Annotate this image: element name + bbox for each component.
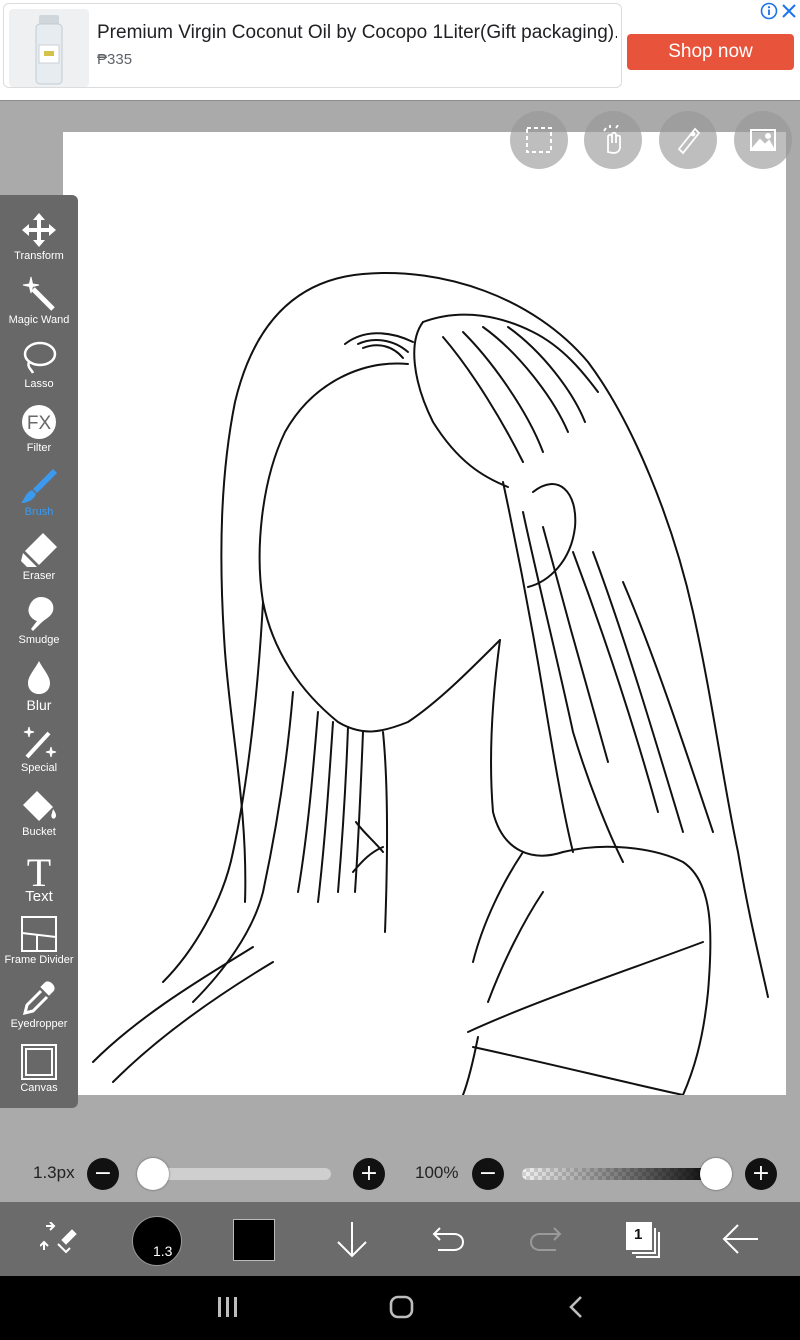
smudge-icon <box>28 597 54 631</box>
drawing-canvas[interactable] <box>63 132 786 1095</box>
brush-size-slider[interactable] <box>143 1168 331 1180</box>
ruler-icon[interactable] <box>659 111 717 169</box>
tool-label: Blur <box>26 697 52 713</box>
canvas-icon <box>21 1044 57 1080</box>
tool-label: Brush <box>24 506 54 518</box>
eraser-icon <box>21 533 57 567</box>
transform-icon <box>22 213 56 247</box>
tool-label: Frame Divider <box>4 954 74 966</box>
undo-icon[interactable] <box>430 1222 466 1256</box>
fx-icon: FX <box>22 405 56 439</box>
lasso-icon <box>23 341 57 374</box>
blur-icon <box>28 661 50 694</box>
tool-label: Text <box>25 888 53 905</box>
tool-canvas[interactable]: Canvas <box>0 1035 78 1099</box>
opacity-value: 100% <box>415 1163 459 1182</box>
ad-price: ₱335 <box>97 51 133 68</box>
tool-magic-wand[interactable]: Magic Wand <box>0 267 78 331</box>
brush-size-decrease-button[interactable]: − <box>87 1158 119 1190</box>
line-art-drawing <box>92 272 769 1095</box>
tool-frame-divider[interactable]: Frame Divider <box>0 907 78 971</box>
ad-card[interactable]: Premium Virgin Coconut Oil by Cocopo 1Li… <box>3 3 622 88</box>
tool-brush[interactable]: Brush <box>0 459 78 523</box>
opacity-slider-knob[interactable] <box>700 1158 732 1190</box>
tool-label: Transform <box>14 250 64 262</box>
shop-now-button[interactable]: Shop now <box>627 34 794 70</box>
tool-lasso[interactable]: Lasso <box>0 331 78 395</box>
layer-count: 1 <box>634 1226 643 1243</box>
system-navigation-bar <box>0 1276 800 1340</box>
redo-icon[interactable] <box>528 1222 564 1256</box>
brush-size-slider-knob[interactable] <box>137 1158 169 1190</box>
back-arrow-icon[interactable] <box>720 1222 760 1256</box>
tool-bucket[interactable]: Bucket <box>0 779 78 843</box>
frame-divider-icon <box>21 916 57 952</box>
text-icon: T <box>27 851 51 889</box>
opacity-increase-button[interactable]: + <box>745 1158 777 1190</box>
download-icon[interactable] <box>335 1220 369 1260</box>
tool-label: Bucket <box>22 826 56 838</box>
special-icon <box>23 726 57 759</box>
home-icon[interactable] <box>389 1294 415 1320</box>
recents-icon[interactable] <box>216 1294 240 1320</box>
ad-product-image[interactable] <box>9 9 89 87</box>
tool-label: Smudge <box>18 634 60 646</box>
tool-label: Lasso <box>24 378 54 390</box>
tool-label: Magic Wand <box>8 314 70 326</box>
brush-icon <box>21 469 57 503</box>
back-icon[interactable] <box>566 1294 586 1320</box>
layers-icon[interactable]: 1 <box>624 1220 662 1260</box>
info-icon[interactable] <box>760 2 778 20</box>
bottom-toolbar: 1.3 1 <box>0 1202 800 1276</box>
ad-title[interactable]: Premium Virgin Coconut Oil by Cocopo 1Li… <box>97 22 617 44</box>
tool-eyedropper[interactable]: Eyedropper <box>0 971 78 1035</box>
tool-special[interactable]: Special <box>0 715 78 779</box>
close-icon[interactable] <box>780 2 798 20</box>
tool-label: Eyedropper <box>10 1018 68 1030</box>
tool-smudge[interactable]: Smudge <box>0 587 78 651</box>
swap-icon[interactable] <box>39 1221 80 1258</box>
touch-gesture-icon[interactable] <box>584 111 642 169</box>
tool-eraser[interactable]: Eraser <box>0 523 78 587</box>
svg-text:FX: FX <box>27 413 52 434</box>
tool-filter[interactable]: FX Filter <box>0 395 78 459</box>
brush-size-icon[interactable]: 1.3 <box>132 1216 182 1266</box>
tool-palette: Transform Magic Wand Lasso FX Filter Bru… <box>0 195 78 1108</box>
image-icon[interactable] <box>734 111 792 169</box>
tool-text[interactable]: T Text <box>0 843 78 907</box>
tool-label: Eraser <box>22 570 56 582</box>
opacity-decrease-button[interactable]: − <box>472 1158 504 1190</box>
tool-blur[interactable]: Blur <box>0 651 78 715</box>
opacity-slider[interactable] <box>522 1168 720 1180</box>
ad-banner[interactable]: Premium Virgin Coconut Oil by Cocopo 1Li… <box>0 0 800 101</box>
tool-label: Special <box>20 762 58 774</box>
eyedropper-icon <box>22 981 55 1016</box>
selection-icon[interactable] <box>510 111 568 169</box>
brush-size-increase-button[interactable]: + <box>353 1158 385 1190</box>
tool-label: Canvas <box>20 1082 58 1094</box>
color-swatch[interactable] <box>233 1219 275 1261</box>
magic-wand-icon <box>22 276 55 311</box>
bucket-icon <box>23 791 57 821</box>
tool-label: Filter <box>26 442 52 454</box>
brush-size-badge: 1.3 <box>153 1243 173 1259</box>
svg-text:T: T <box>27 851 51 889</box>
brush-size-value: 1.3px <box>33 1163 75 1182</box>
tool-transform[interactable]: Transform <box>0 203 78 267</box>
